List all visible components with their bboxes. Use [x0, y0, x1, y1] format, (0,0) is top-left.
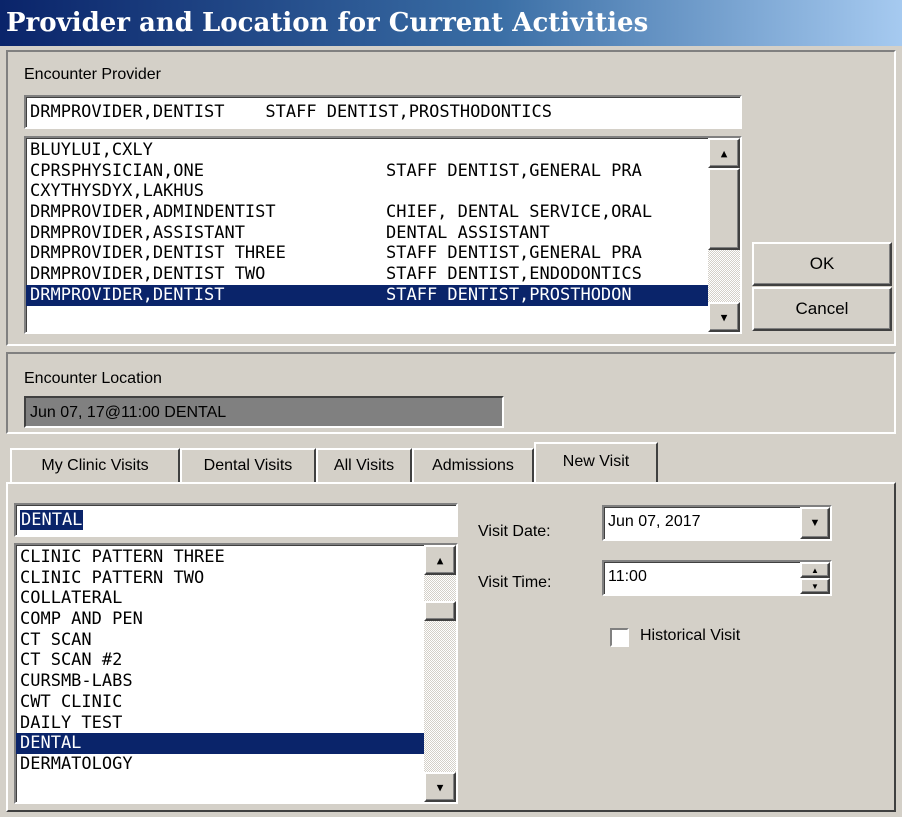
tab-strip: My Clinic Visits Dental Visits All Visit…	[6, 442, 896, 484]
historical-visit-label[interactable]: Historical Visit	[640, 627, 740, 645]
clinic-list-item[interactable]: DENTAL	[16, 733, 424, 754]
provider-name: DRMPROVIDER,ASSISTANT	[30, 222, 245, 243]
provider-name: DRMPROVIDER,DENTIST TWO	[30, 264, 266, 285]
chevron-down-icon[interactable]: ▼	[800, 507, 830, 539]
provider-list-item[interactable]: DRMPROVIDER,DENTIST THREE STAFF DENTIST,G…	[26, 243, 708, 264]
clinic-list-item[interactable]: CWT CLINIC	[16, 692, 424, 713]
tab-dental-visits[interactable]: Dental Visits	[180, 448, 316, 482]
window-title: Provider and Location for Current Activi…	[0, 0, 902, 46]
provider-list-rows: BLUYLUI,CXLY CPRSPHYSICIAN,ONE STAFF DENTI…	[26, 140, 708, 306]
clinic-list-item[interactable]: CLINIC PATTERN TWO	[16, 568, 424, 589]
location-label: Encounter Location	[24, 370, 162, 387]
provider-list-item[interactable]: BLUYLUI,CXLY	[26, 140, 708, 161]
clinic-list[interactable]: CLINIC PATTERN THREE CLINIC PATTERN TWO CO…	[14, 543, 458, 804]
spin-arrows-icon[interactable]: ▲ ▼	[800, 562, 830, 594]
provider-label: Encounter Provider	[24, 66, 161, 83]
provider-name: DRMPROVIDER,ADMINDENTIST	[30, 202, 276, 223]
provider-name: BLUYLUI,CXLY	[30, 140, 153, 160]
visit-time-value: 11:00	[608, 568, 647, 585]
ok-button[interactable]: OK	[752, 242, 892, 286]
provider-list-item[interactable]: DRMPROVIDER,ADMINDENTIST CHIEF, DENTAL SE…	[26, 202, 708, 223]
clinic-list-rows: CLINIC PATTERN THREE CLINIC PATTERN TWO CO…	[16, 547, 424, 775]
scroll-thumb[interactable]	[424, 601, 456, 621]
tab-my-clinic-visits[interactable]: My Clinic Visits	[10, 448, 180, 482]
visit-date-field[interactable]: Jun 07, 2017 ▼	[602, 505, 832, 541]
provider-title: STAFF DENTIST,GENERAL PRA	[386, 160, 642, 181]
clinic-list-item[interactable]: COLLATERAL	[16, 588, 424, 609]
clinic-search-text: DENTAL	[20, 510, 84, 530]
clinic-list-item[interactable]: CT SCAN #2	[16, 650, 424, 671]
provider-list-item[interactable]: DRMPROVIDER,ASSISTANT DENTAL ASSISTANT	[26, 223, 708, 244]
scroll-up-arrow-icon[interactable]: ▲	[708, 138, 740, 168]
provider-name: DRMPROVIDER,DENTIST	[30, 284, 225, 305]
provider-name: CXYTHYSDYX,LAKHUS	[30, 181, 204, 202]
visit-time-field[interactable]: 11:00 ▲ ▼	[602, 560, 832, 596]
provider-title: STAFF DENTIST,ENDODONTICS	[386, 264, 642, 285]
provider-scrollbar[interactable]: ▲ ▼	[708, 138, 740, 332]
spin-up-icon[interactable]: ▲	[800, 562, 830, 578]
visit-time-label: Visit Time:	[478, 574, 552, 591]
tab-all-visits[interactable]: All Visits	[316, 448, 412, 482]
provider-name: DRMPROVIDER,DENTIST THREE	[30, 243, 286, 264]
provider-list[interactable]: BLUYLUI,CXLY CPRSPHYSICIAN,ONE STAFF DENTI…	[24, 136, 742, 334]
provider-list-item[interactable]: DRMPROVIDER,DENTIST STAFF DENTIST,PROSTHO…	[26, 284, 708, 306]
scroll-thumb[interactable]	[708, 168, 740, 250]
clinic-list-item[interactable]: CT SCAN	[16, 630, 424, 651]
historical-visit-checkbox[interactable]	[610, 628, 629, 647]
provider-list-item[interactable]: CPRSPHYSICIAN,ONE STAFF DENTIST,GENERAL P…	[26, 161, 708, 182]
clinic-search-input[interactable]: DENTAL	[14, 503, 458, 537]
clinic-list-item[interactable]: DERMATOLOGY	[16, 754, 424, 775]
provider-title: STAFF DENTIST,GENERAL PRA	[386, 243, 642, 264]
tab-admissions[interactable]: Admissions	[412, 448, 534, 482]
scroll-down-arrow-icon[interactable]: ▼	[424, 772, 456, 802]
provider-list-item[interactable]: CXYTHYSDYX,LAKHUS	[26, 181, 708, 202]
provider-title: CHIEF, DENTAL SERVICE,ORAL	[386, 202, 653, 223]
clinic-list-item[interactable]: COMP AND PEN	[16, 609, 424, 630]
clinic-scrollbar[interactable]: ▲ ▼	[424, 545, 456, 802]
cancel-button[interactable]: Cancel	[752, 287, 892, 331]
clinic-list-item[interactable]: CLINIC PATTERN THREE	[16, 547, 424, 568]
provider-name: CPRSPHYSICIAN,ONE	[30, 160, 204, 181]
spin-down-icon[interactable]: ▼	[800, 578, 830, 594]
scroll-up-arrow-icon[interactable]: ▲	[424, 545, 456, 575]
clinic-list-item[interactable]: DAILY TEST	[16, 713, 424, 734]
visit-date-value: Jun 07, 2017	[608, 513, 701, 530]
tab-new-visit[interactable]: New Visit	[534, 442, 658, 482]
provider-input-text: DRMPROVIDER,DENTIST STAFF DENTIST,PROSTH…	[30, 102, 552, 122]
provider-input[interactable]: DRMPROVIDER,DENTIST STAFF DENTIST,PROSTH…	[24, 95, 742, 129]
visit-date-label: Visit Date:	[478, 523, 551, 540]
provider-title: STAFF DENTIST,PROSTHODON	[386, 284, 632, 305]
scroll-down-arrow-icon[interactable]: ▼	[708, 302, 740, 332]
location-field: Jun 07, 17@11:00 DENTAL	[24, 396, 504, 428]
provider-title: DENTAL ASSISTANT	[386, 222, 550, 243]
clinic-list-item[interactable]: CURSMB-LABS	[16, 671, 424, 692]
provider-list-item[interactable]: DRMPROVIDER,DENTIST TWO STAFF DENTIST,END…	[26, 264, 708, 285]
